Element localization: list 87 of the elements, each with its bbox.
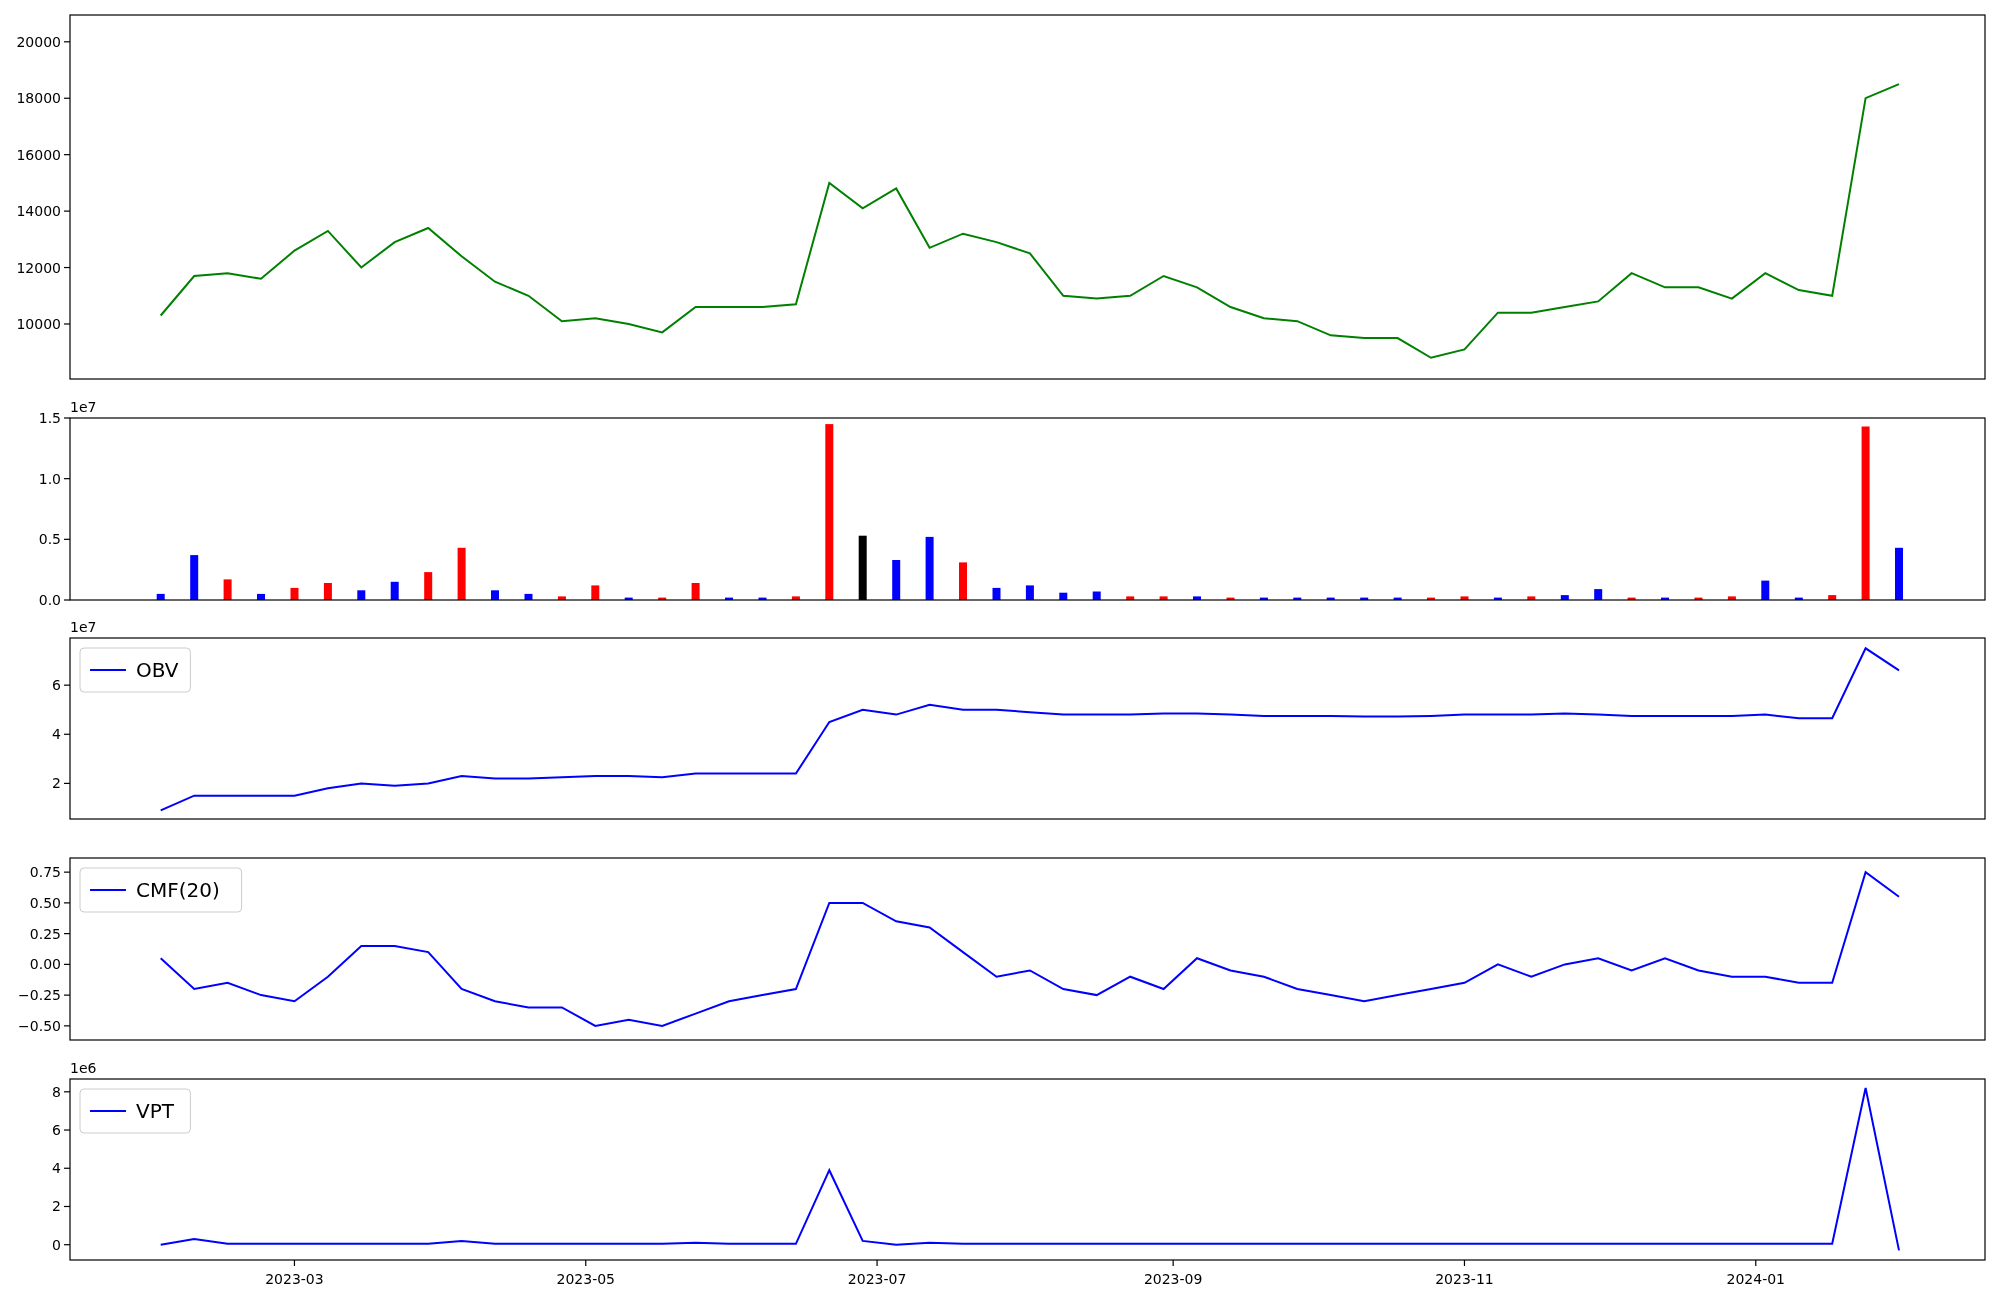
y-tick-label: 8 [52, 1083, 61, 1100]
bar [1092, 591, 1101, 600]
y-tick-label: 16000 [16, 146, 61, 163]
x-tick-label: 2024-01 [1726, 1271, 1785, 1287]
y-tick-label: −0.50 [18, 1017, 61, 1034]
y-tick-label: 1.0 [38, 470, 61, 487]
y-tick-label: 4 [52, 1160, 61, 1177]
y-tick-label: 12000 [16, 259, 61, 276]
bar [257, 593, 265, 600]
y-tick-label: 18000 [16, 90, 61, 107]
bar [1226, 597, 1235, 600]
bar [524, 593, 533, 600]
bar [1193, 596, 1201, 600]
x-tick-label: 2023-11 [1435, 1271, 1494, 1287]
bar [1794, 597, 1803, 600]
bar [925, 536, 934, 600]
bar [1761, 580, 1770, 600]
bar [1661, 597, 1669, 600]
bar [858, 535, 867, 600]
y-tick-label: 14000 [16, 203, 61, 220]
axis-offset-label: 1e6 [70, 1060, 97, 1076]
bar [1259, 597, 1268, 600]
bar [1460, 596, 1469, 600]
bar [557, 596, 566, 600]
y-tick-label: 0.0 [38, 592, 61, 608]
y-tick-label: 6 [52, 1122, 61, 1139]
y-tick-label: 4 [52, 726, 61, 743]
bar [791, 596, 800, 600]
bar [1126, 596, 1135, 600]
bar [1828, 595, 1837, 600]
bar [424, 572, 433, 600]
bar [1393, 597, 1402, 600]
x-tick-label: 2023-03 [265, 1271, 324, 1287]
y-tick-label: 10000 [16, 316, 61, 332]
bar [1627, 597, 1636, 600]
y-tick-label: 0.5 [38, 531, 61, 548]
legend-label: OBV [136, 658, 179, 682]
y-tick-label: 6 [52, 677, 61, 694]
bar [390, 581, 399, 600]
y-tick-label: 1.5 [38, 410, 61, 426]
y-tick-label: 0.75 [29, 864, 61, 881]
bar [691, 583, 700, 600]
bar [1326, 597, 1335, 600]
y-tick-label: 2 [52, 1198, 61, 1215]
bar [1527, 596, 1536, 600]
bar [624, 597, 633, 600]
bar [1360, 597, 1369, 600]
y-tick-label: 2 [52, 775, 61, 792]
bar [1427, 597, 1435, 600]
y-tick-label: 0.25 [29, 925, 61, 942]
bar [1293, 597, 1302, 600]
y-tick-label: 0.00 [29, 956, 61, 973]
axis-offset-label: 1e7 [70, 399, 97, 415]
y-tick-label: 0.50 [29, 894, 61, 911]
y-tick-label: 20000 [16, 33, 61, 50]
bar [290, 587, 299, 600]
bar [357, 590, 366, 600]
bar [725, 597, 733, 600]
bar [959, 562, 967, 600]
axis-offset-label: 1e7 [70, 619, 97, 635]
bar [1727, 596, 1736, 600]
bar [1059, 592, 1068, 600]
x-tick-label: 2023-07 [847, 1271, 907, 1287]
bar [758, 597, 767, 600]
legend-label: VPT [136, 1099, 174, 1123]
bar [658, 597, 667, 600]
bar [892, 560, 901, 600]
bar [156, 593, 165, 600]
bar [591, 585, 600, 600]
bar [323, 583, 332, 600]
bar [1159, 596, 1168, 600]
bar [1025, 585, 1034, 600]
bar [223, 579, 232, 600]
bar [190, 555, 199, 600]
bar [992, 587, 1001, 600]
bar [1560, 595, 1569, 600]
bar [1594, 589, 1603, 600]
y-tick-label: −0.25 [18, 987, 61, 1004]
legend-label: CMF(20) [136, 878, 220, 902]
bar [491, 590, 499, 600]
bar [457, 547, 466, 600]
y-tick-label: 0 [52, 1236, 61, 1253]
bar [1493, 597, 1502, 600]
bar [1694, 597, 1703, 600]
bar [1895, 547, 1903, 600]
x-tick-label: 2023-09 [1143, 1271, 1203, 1287]
x-tick-label: 2023-05 [556, 1271, 615, 1287]
